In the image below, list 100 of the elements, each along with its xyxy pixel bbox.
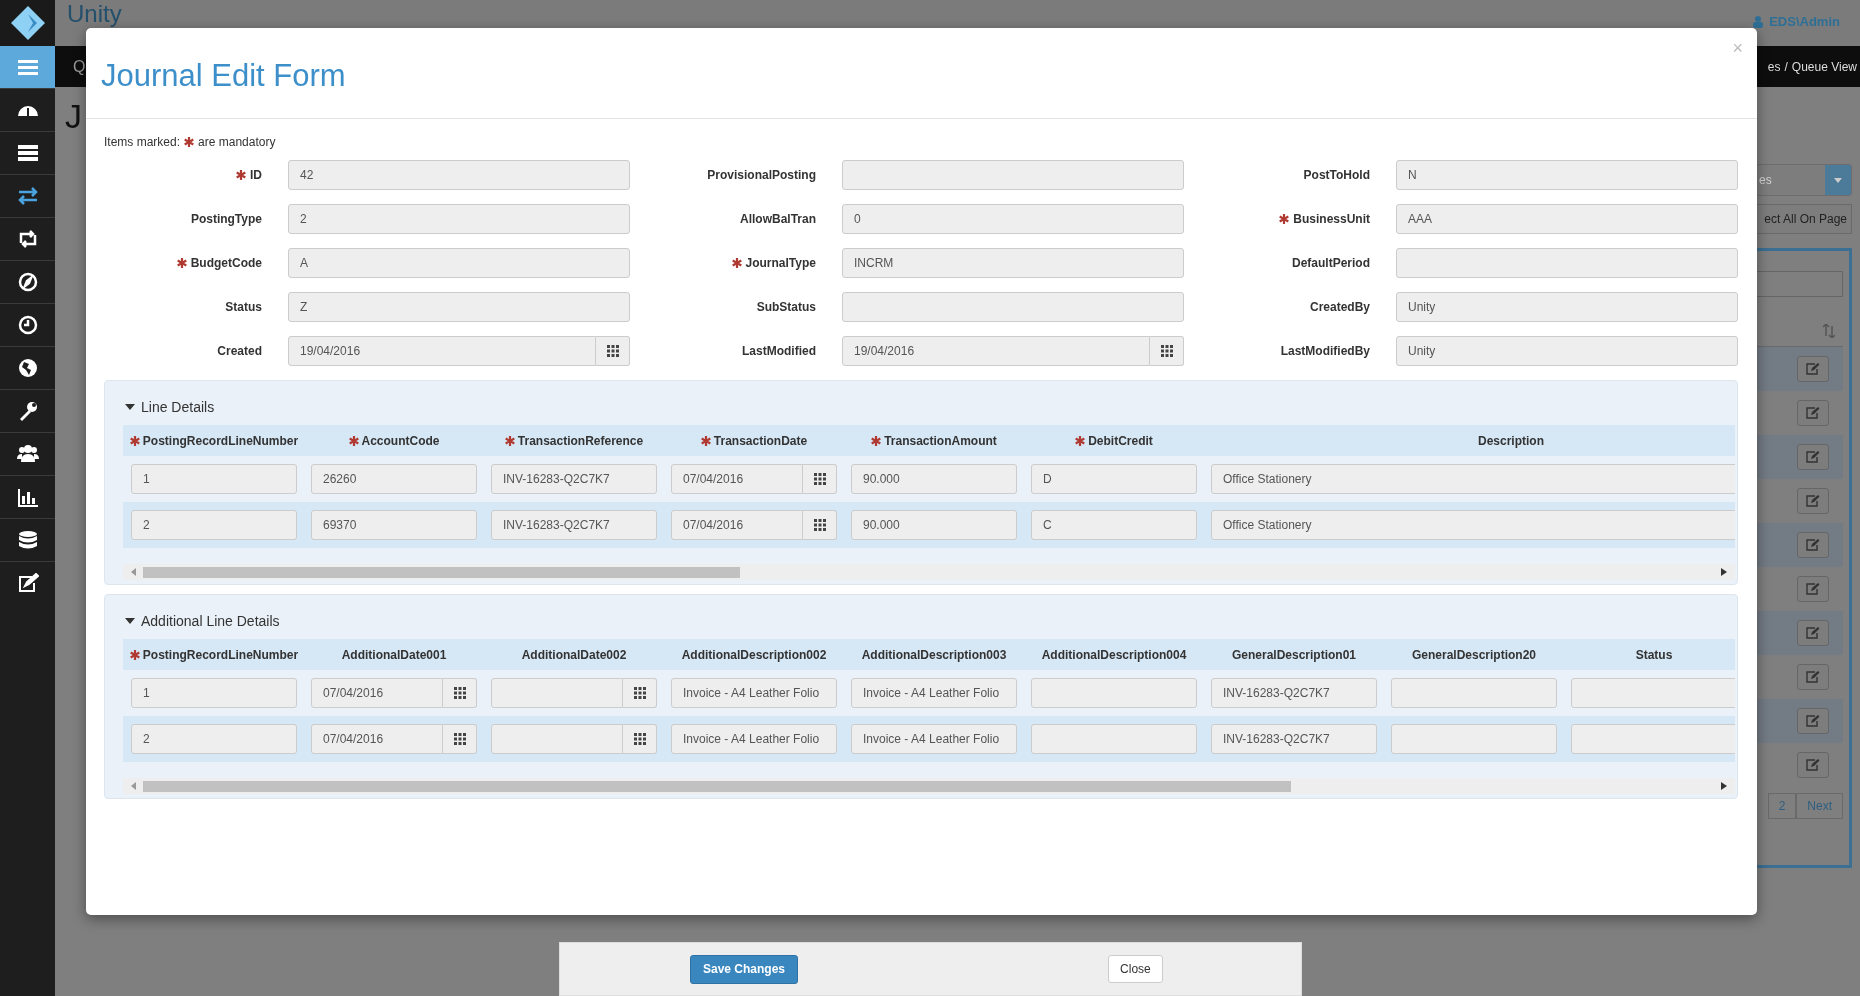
close-button[interactable]: Close	[1108, 955, 1163, 983]
input-field[interactable]	[1031, 724, 1197, 754]
column-header: AdditionalDescription002	[681, 647, 827, 662]
date-field[interactable]: 19/04/2016	[288, 336, 596, 366]
edit-button[interactable]	[1797, 532, 1829, 558]
input-field[interactable]: A	[288, 248, 630, 278]
edit-icon	[1806, 495, 1820, 507]
input-field[interactable]	[842, 292, 1184, 322]
calendar-button[interactable]	[443, 678, 477, 708]
input-field[interactable]: 69370	[311, 510, 477, 540]
input-field[interactable]	[1391, 678, 1557, 708]
input-field[interactable]: 2	[288, 204, 630, 234]
input-field[interactable]: 42	[288, 160, 630, 190]
input-field[interactable]: INV-16283-Q2C7K7	[1211, 724, 1377, 754]
edit-button[interactable]	[1797, 576, 1829, 602]
edit-icon	[1806, 407, 1820, 419]
caret-icon	[1834, 177, 1842, 183]
date-field[interactable]: 07/04/2016	[311, 678, 443, 708]
select-all-button[interactable]: ect All On Page	[1756, 204, 1852, 234]
input-field[interactable]: D	[1031, 464, 1197, 494]
input-field[interactable]: INCRM	[842, 248, 1184, 278]
scroll-right-icon[interactable]	[1721, 782, 1727, 790]
edit-icon	[1806, 451, 1820, 463]
input-field[interactable]	[1571, 678, 1735, 708]
input-field[interactable]: Invoice - A4 Leather Folio	[671, 724, 837, 754]
date-field[interactable]: 07/04/2016	[311, 724, 443, 754]
edit-button[interactable]	[1797, 356, 1829, 382]
input-field[interactable]: Office Stationery	[1211, 464, 1735, 494]
calendar-icon	[453, 733, 466, 745]
scroll-left-icon[interactable]	[131, 782, 137, 790]
date-field[interactable]	[491, 678, 623, 708]
input-field[interactable]: 1	[131, 678, 297, 708]
input-field[interactable]: INV-16283-Q2C7K7	[1211, 678, 1377, 708]
input-field[interactable]: 2	[131, 724, 297, 754]
date-field[interactable]	[491, 724, 623, 754]
input-field[interactable]: C	[1031, 510, 1197, 540]
calendar-icon	[633, 687, 646, 699]
clock-icon	[16, 315, 39, 335]
input-field[interactable]: AAA	[1396, 204, 1738, 234]
globe-icon	[16, 358, 39, 378]
input-field[interactable]: 2	[131, 510, 297, 540]
input-field[interactable]	[1391, 724, 1557, 754]
input-field[interactable]: 90.000	[851, 510, 1017, 540]
date-field[interactable]: 07/04/2016	[671, 510, 803, 540]
input-field[interactable]: Office Stationery	[1211, 510, 1735, 540]
input-field[interactable]: N	[1396, 160, 1738, 190]
asterisk-icon	[731, 258, 742, 268]
input-field[interactable]: INV-16283-Q2C7K7	[491, 510, 657, 540]
input-field[interactable]	[1571, 724, 1735, 754]
edit-button[interactable]	[1797, 708, 1829, 734]
input-field[interactable]	[1396, 248, 1738, 278]
edit-button[interactable]	[1797, 752, 1829, 778]
edit-button[interactable]	[1797, 444, 1829, 470]
sort-icon[interactable]	[1823, 324, 1835, 338]
input-field[interactable]: Unity	[1396, 336, 1738, 366]
breadcrumb-current: Queue View	[1791, 59, 1857, 74]
calendar-button[interactable]	[623, 678, 657, 708]
calendar-button[interactable]	[803, 464, 837, 494]
asterisk-icon	[1279, 214, 1290, 224]
date-field[interactable]: 19/04/2016	[842, 336, 1150, 366]
input-field[interactable]: Unity	[1396, 292, 1738, 322]
asterisk-icon	[129, 649, 140, 660]
horizontal-scrollbar[interactable]	[123, 778, 1735, 794]
input-field[interactable]: Invoice - A4 Leather Folio	[851, 678, 1017, 708]
horizontal-scrollbar[interactable]	[123, 564, 1735, 580]
input-field[interactable]: 90.000	[851, 464, 1017, 494]
field-label: PostingType	[190, 212, 262, 226]
input-field[interactable]: 0	[842, 204, 1184, 234]
input-field[interactable]: Invoice - A4 Leather Folio	[671, 678, 837, 708]
scroll-left-icon[interactable]	[131, 568, 137, 576]
calendar-button[interactable]	[623, 724, 657, 754]
section-toggle[interactable]: Line Details	[123, 381, 1735, 425]
column-header: GeneralDescription01	[1231, 647, 1357, 662]
calendar-button[interactable]	[803, 510, 837, 540]
edit-icon	[16, 573, 39, 593]
modal-title: Journal Edit Form	[100, 57, 346, 94]
date-field[interactable]: 07/04/2016	[671, 464, 803, 494]
calendar-button[interactable]	[1150, 336, 1184, 366]
edit-button[interactable]	[1797, 488, 1829, 514]
input-field[interactable]: 1	[131, 464, 297, 494]
save-button[interactable]: Save Changes	[690, 954, 799, 984]
edit-icon	[1806, 363, 1820, 375]
menu-icon	[17, 59, 38, 75]
calendar-button[interactable]	[596, 336, 630, 366]
input-field[interactable]: Z	[288, 292, 630, 322]
column-header: GeneralDescription20	[1411, 647, 1537, 662]
input-field[interactable]: Invoice - A4 Leather Folio	[851, 724, 1017, 754]
section-toggle[interactable]: Additional Line Details	[123, 595, 1735, 639]
breadcrumb-link[interactable]: es	[1767, 59, 1781, 74]
input-field[interactable]	[1031, 678, 1197, 708]
edit-button[interactable]	[1797, 400, 1829, 426]
edit-button[interactable]	[1797, 620, 1829, 646]
asterisk-icon	[504, 435, 515, 446]
scroll-right-icon[interactable]	[1721, 568, 1727, 576]
calendar-button[interactable]	[443, 724, 477, 754]
caret-icon	[125, 402, 135, 412]
edit-button[interactable]	[1797, 664, 1829, 690]
input-field[interactable]: 26260	[311, 464, 477, 494]
input-field[interactable]	[842, 160, 1184, 190]
input-field[interactable]: INV-16283-Q2C7K7	[491, 464, 657, 494]
